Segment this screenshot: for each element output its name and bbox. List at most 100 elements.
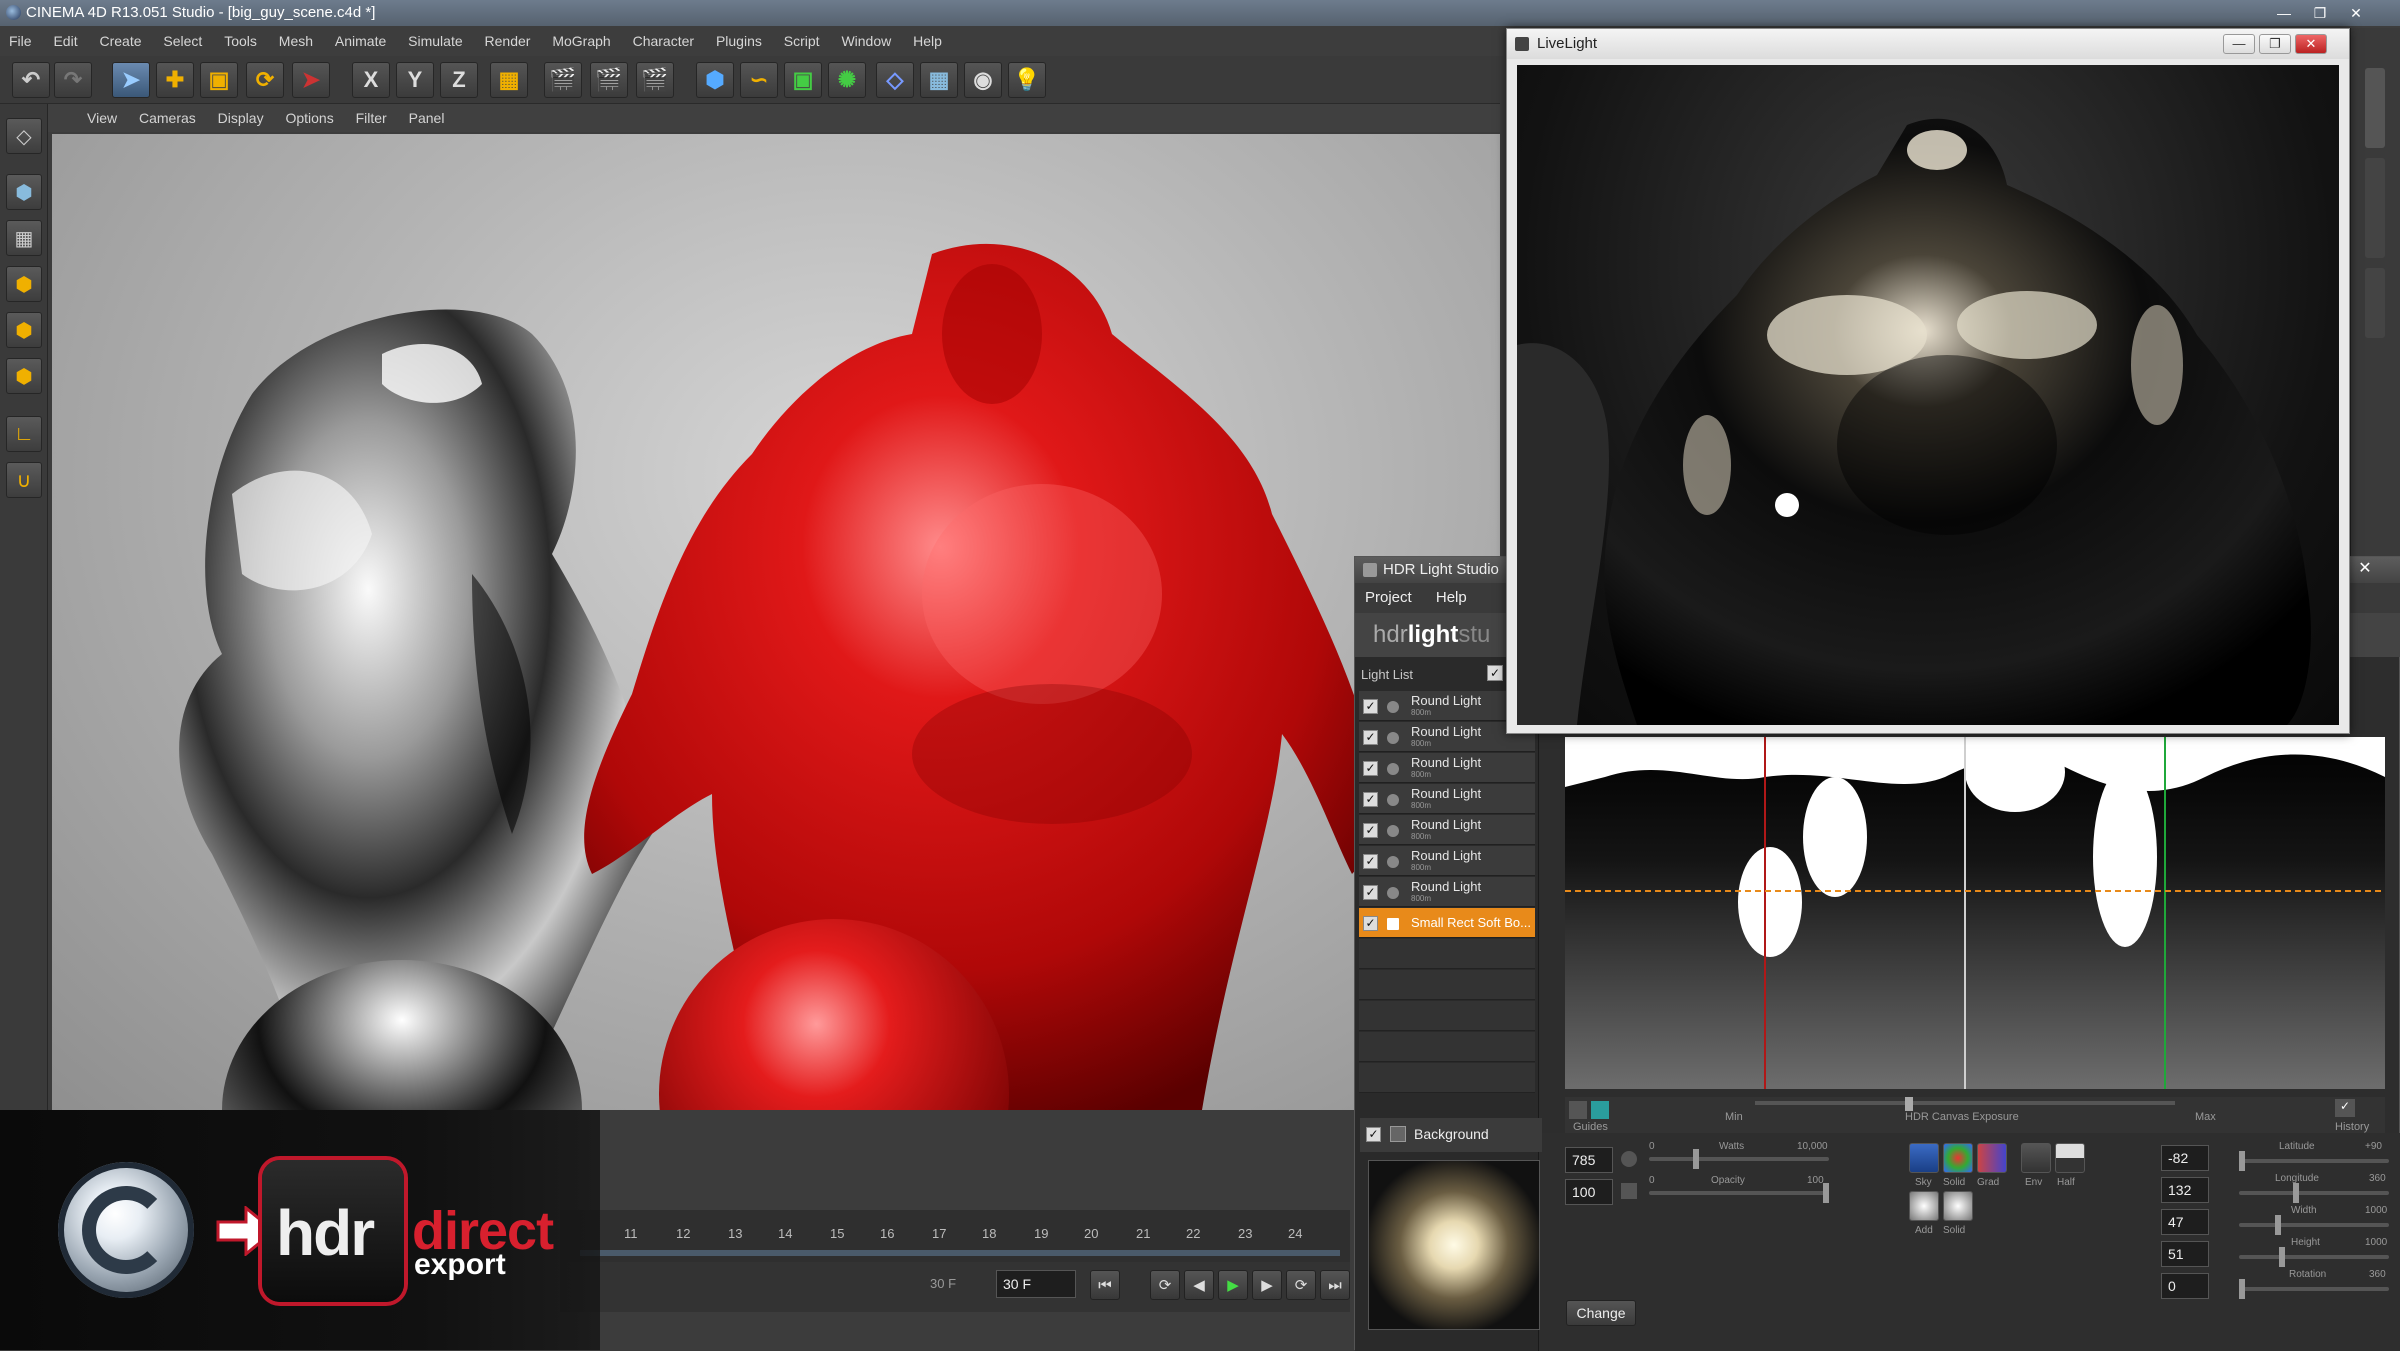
menu-help-hdrls[interactable]: Help [1426,583,1477,613]
light-visible-checkbox[interactable]: ✓ [1363,854,1378,869]
watts-slider[interactable] [1649,1157,1829,1161]
menu-character[interactable]: Character [624,26,703,56]
live-selection-icon[interactable]: ➤ [292,62,330,98]
viewport-menu-view[interactable]: View [78,104,126,132]
move-icon[interactable]: ✚ [156,62,194,98]
viewport-menu-options[interactable]: Options [276,104,342,132]
scale-icon[interactable]: ▣ [200,62,238,98]
x-axis-button[interactable]: X [352,62,390,98]
light-row-3[interactable]: ✓ Round Light 800m [1359,753,1535,783]
viewport-menu-cameras[interactable]: Cameras [130,104,205,132]
opacity-value-field[interactable]: 100 [1565,1179,1613,1205]
z-axis-button[interactable]: Z [440,62,478,98]
width-field[interactable]: 47 [2161,1209,2209,1235]
background-visible-checkbox[interactable]: ✓ [1366,1127,1381,1142]
nurbs-icon[interactable]: ▣ [784,62,822,98]
add-blend-button[interactable] [1909,1191,1939,1221]
array-icon[interactable]: ✺ [828,62,866,98]
model-mode-icon[interactable]: ⬢ [6,174,42,210]
history-check-icon[interactable]: ✓ [2335,1099,2355,1117]
floor-icon[interactable]: ▦ [920,62,958,98]
3d-viewport[interactable] [52,134,1500,1110]
height-slider[interactable] [2239,1255,2389,1259]
record-icon[interactable]: ⟳ [1286,1270,1316,1300]
camera-icon[interactable]: ◉ [964,62,1002,98]
solid-style-button[interactable] [1943,1143,1973,1173]
go-to-start-icon[interactable]: ⏮ [1090,1270,1120,1300]
guides-toggle-icon[interactable] [1569,1101,1587,1119]
height-field[interactable]: 51 [2161,1241,2209,1267]
latitude-field[interactable]: -82 [2161,1145,2209,1171]
solid-blend-button[interactable] [1943,1191,1973,1221]
light-visible-checkbox[interactable]: ✓ [1363,761,1378,776]
side-tab-structure[interactable] [2365,268,2385,338]
texture-mode-icon[interactable]: ▦ [6,220,42,256]
menu-simulate[interactable]: Simulate [399,26,471,56]
menu-project[interactable]: Project [1355,583,1422,613]
menu-script[interactable]: Script [775,26,829,56]
light-visible-checkbox[interactable]: ✓ [1363,699,1378,714]
frame-field-left[interactable]: 30 F [930,1276,956,1291]
close-button[interactable]: ✕ [2342,3,2370,23]
light-row-6[interactable]: ✓ Round Light 800m [1359,846,1535,876]
light-row-4[interactable]: ✓ Round Light 800m [1359,784,1535,814]
timeline-ruler[interactable]: 11 12 13 14 15 16 17 18 19 20 21 22 23 2… [560,1210,1350,1270]
light-visible-checkbox[interactable]: ✓ [1363,730,1378,745]
exposure-slider-thumb[interactable] [1905,1097,1913,1111]
light-row-8-selected[interactable]: ✓ Small Rect Soft Bo... [1359,908,1535,938]
render-view-icon[interactable]: 🎬 [544,62,582,98]
latitude-slider-thumb[interactable] [2239,1151,2245,1171]
light-visible-checkbox[interactable]: ✓ [1363,792,1378,807]
points-mode-icon[interactable]: ⬢ [6,266,42,302]
light-visible-checkbox[interactable]: ✓ [1363,823,1378,838]
light-visible-checkbox[interactable]: ✓ [1363,916,1378,931]
env-style-button[interactable] [2021,1143,2051,1173]
menu-plugins[interactable]: Plugins [707,26,771,56]
select-arrow-icon[interactable]: ➤ [112,62,150,98]
menu-file[interactable]: File [0,26,41,56]
frame-field[interactable]: 30 F [996,1270,1076,1298]
undo-icon[interactable]: ↶ [12,62,50,98]
menu-mesh[interactable]: Mesh [270,26,322,56]
light-bulb-icon[interactable]: 💡 [1008,62,1046,98]
opacity-keyframe-icon[interactable] [1621,1183,1637,1199]
menu-mograph[interactable]: MoGraph [543,26,619,56]
menu-tools[interactable]: Tools [215,26,266,56]
change-button[interactable]: Change [1566,1300,1636,1326]
viewport-menu-display[interactable]: Display [209,104,273,132]
watts-slider-thumb[interactable] [1693,1149,1699,1169]
viewport-menu-panel[interactable]: Panel [400,104,454,132]
maximize-button[interactable]: ❐ [2306,3,2334,23]
hdrls-close-icon[interactable]: ✕ [2352,556,2378,582]
longitude-slider-thumb[interactable] [2293,1183,2299,1203]
rotation-field[interactable]: 0 [2161,1273,2209,1299]
menu-render[interactable]: Render [476,26,540,56]
exposure-slider-track[interactable] [1755,1101,2175,1105]
background-row[interactable]: ✓ Background [1360,1118,1542,1152]
light-row-7[interactable]: ✓ Round Light 800m [1359,877,1535,907]
width-slider[interactable] [2239,1223,2389,1227]
redo-icon[interactable]: ↷ [54,62,92,98]
watts-keyframe-icon[interactable] [1621,1151,1637,1167]
latitude-slider[interactable] [2239,1159,2389,1163]
rotate-icon[interactable]: ⟳ [246,62,284,98]
opacity-slider[interactable] [1649,1191,1829,1195]
livelight-close-button[interactable]: ✕ [2295,34,2327,54]
guides-color-icon[interactable] [1591,1101,1609,1119]
deformer-icon[interactable]: ◇ [876,62,914,98]
gradient-style-button[interactable] [1977,1143,2007,1173]
polygons-mode-icon[interactable]: ⬢ [6,358,42,394]
minimize-button[interactable]: — [2270,3,2298,23]
livelight-maximize-button[interactable]: ❐ [2259,34,2291,54]
longitude-field[interactable]: 132 [2161,1177,2209,1203]
render-settings-icon[interactable]: 🎬 [636,62,674,98]
timeline-range-bar[interactable] [580,1250,1340,1256]
make-editable-icon[interactable]: ◇ [6,118,42,154]
opacity-slider-thumb[interactable] [1823,1183,1829,1203]
y-axis-button[interactable]: Y [396,62,434,98]
menu-help[interactable]: Help [904,26,951,56]
hdr-canvas[interactable] [1565,737,2385,1089]
livelight-title-bar[interactable]: LiveLight — ❐ ✕ [1507,29,2349,59]
height-slider-thumb[interactable] [2279,1247,2285,1267]
light-list-toggle-all[interactable]: ✓ [1487,665,1503,681]
